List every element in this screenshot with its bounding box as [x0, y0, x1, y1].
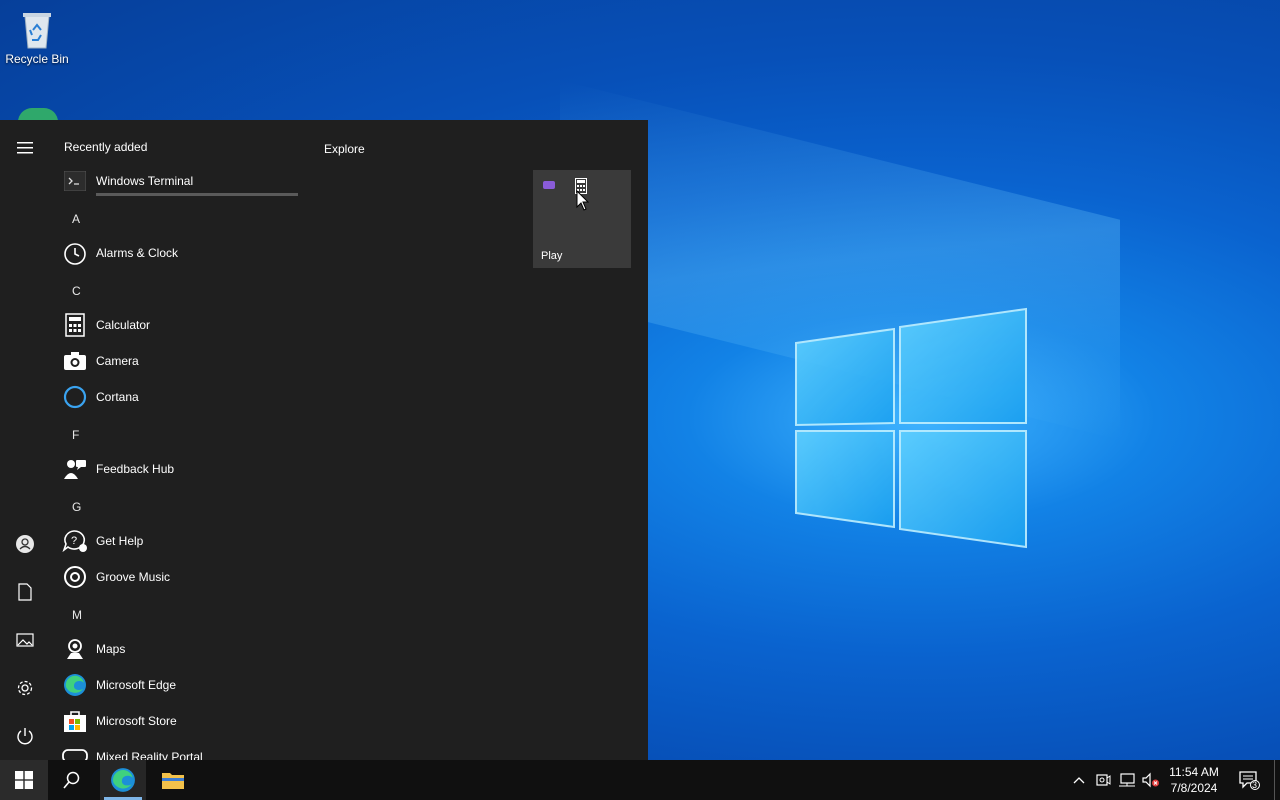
app-label: Windows Terminal [96, 174, 194, 188]
mixed-reality-icon [62, 744, 88, 760]
show-hidden-icons-button[interactable] [1068, 760, 1090, 800]
install-progress-bar [96, 193, 298, 196]
group-letter-a[interactable]: A [72, 212, 102, 226]
app-list: Recently added Windows Terminal A Alarms… [50, 120, 310, 760]
svg-text:?: ? [71, 535, 77, 547]
meet-now-icon [1096, 774, 1111, 786]
app-label: Microsoft Edge [96, 678, 177, 692]
meet-now-button[interactable] [1092, 760, 1114, 800]
recycle-bin-shortcut[interactable]: Recycle Bin [4, 6, 70, 66]
app-label: Feedback Hub [96, 462, 175, 476]
notification-count-badge: 3 [1252, 780, 1258, 790]
windows-start-icon [15, 771, 33, 789]
search-button[interactable] [48, 760, 96, 800]
group-letter-m[interactable]: M [72, 608, 102, 622]
group-letter-f[interactable]: F [72, 428, 102, 442]
app-label: Camera [96, 354, 139, 368]
play-tile-folder[interactable]: Play [533, 170, 631, 268]
app-label: Groove Music [96, 570, 171, 584]
game-icon [543, 181, 555, 189]
app-groove-music[interactable]: Groove Music [62, 559, 310, 595]
action-center-button[interactable]: 3 [1234, 760, 1264, 800]
start-rail [0, 120, 50, 760]
volume-button[interactable] [1140, 760, 1162, 800]
edge-icon [62, 672, 88, 698]
recently-added-title: Recently added [64, 140, 148, 154]
volume-muted-icon [1142, 772, 1159, 788]
clock-date: 7/8/2024 [1170, 781, 1218, 795]
tile-label: Play [541, 250, 563, 262]
app-calculator[interactable]: Calculator [62, 307, 310, 343]
show-desktop-button[interactable] [1274, 760, 1275, 800]
app-label: Mixed Reality Portal [96, 750, 203, 760]
app-label: Alarms & Clock [96, 246, 179, 260]
terminal-icon [62, 168, 88, 194]
edge-icon [111, 768, 135, 792]
windows-logo-wallpaper [795, 307, 1027, 549]
feedback-hub-icon [62, 456, 88, 482]
app-label: Cortana [96, 390, 139, 404]
clock-time: 11:54 AM [1169, 765, 1219, 779]
alarm-clock-icon [62, 240, 88, 266]
app-label: Microsoft Store [96, 714, 177, 728]
start-menu: Recently added Windows Terminal A Alarms… [0, 120, 648, 760]
chevron-up-icon [1073, 777, 1085, 784]
tiles-group-title[interactable]: Explore [324, 142, 365, 156]
cortana-icon [62, 384, 88, 410]
taskbar-file-explorer-button[interactable] [150, 760, 196, 800]
user-account-icon[interactable] [0, 522, 50, 566]
folder-icon [162, 773, 184, 789]
pictures-icon[interactable] [0, 618, 50, 662]
app-microsoft-edge[interactable]: Microsoft Edge [62, 667, 310, 703]
power-icon[interactable] [0, 714, 50, 758]
network-button[interactable] [1116, 760, 1138, 800]
app-maps[interactable]: Maps [62, 631, 310, 667]
camera-icon [62, 348, 88, 374]
app-label: Calculator [96, 318, 151, 332]
documents-icon[interactable] [0, 570, 50, 614]
hamburger-menu-icon[interactable] [0, 126, 50, 170]
groove-music-icon [62, 564, 88, 590]
app-label: Get Help [96, 534, 144, 548]
recycle-bin-icon [19, 8, 55, 50]
store-icon [62, 708, 88, 734]
group-letter-g[interactable]: G [72, 500, 102, 514]
app-get-help[interactable]: ? Get Help [62, 523, 310, 559]
taskbar: 11:54 AM 7/8/2024 3 [0, 760, 1280, 800]
app-feedback-hub[interactable]: Feedback Hub [62, 451, 310, 487]
get-help-icon: ? [62, 528, 88, 554]
group-letter-c[interactable]: C [72, 284, 102, 298]
network-icon [1119, 773, 1135, 787]
taskbar-clock[interactable]: 11:54 AM 7/8/2024 [1160, 764, 1228, 796]
app-microsoft-store[interactable]: Microsoft Store [62, 703, 310, 739]
app-cortana[interactable]: Cortana [62, 379, 310, 415]
app-mixed-reality-portal[interactable]: Mixed Reality Portal [62, 739, 310, 760]
taskbar-edge-button[interactable] [100, 760, 146, 800]
app-alarms-clock[interactable]: Alarms & Clock [62, 235, 310, 271]
search-icon [63, 771, 80, 789]
maps-icon [62, 636, 88, 662]
start-button[interactable] [0, 760, 48, 800]
recycle-bin-label: Recycle Bin [5, 52, 69, 66]
app-camera[interactable]: Camera [62, 343, 310, 379]
app-label: Maps [96, 642, 126, 656]
calculator-icon [62, 312, 88, 338]
settings-gear-icon[interactable] [0, 666, 50, 710]
mouse-cursor-icon [576, 190, 590, 211]
